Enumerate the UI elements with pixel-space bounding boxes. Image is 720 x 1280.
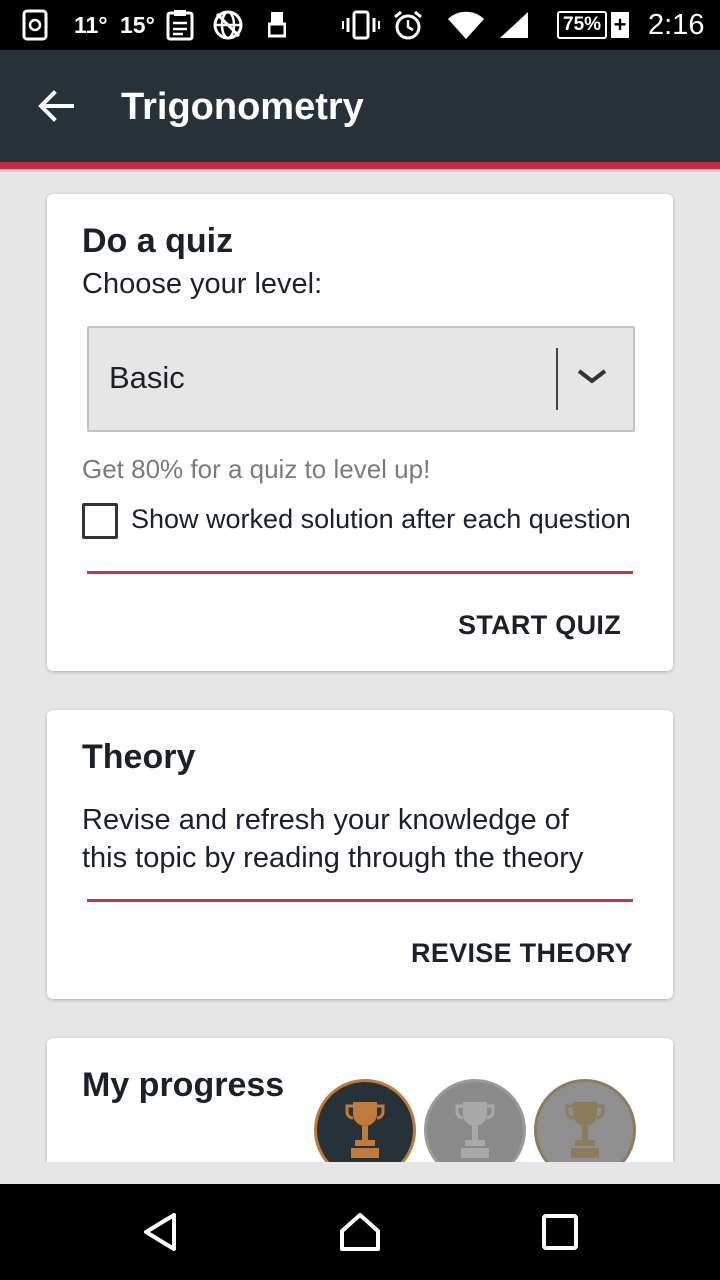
alarm-icon [392, 0, 424, 50]
theory-card-title: Theory [82, 738, 196, 776]
progress-card-title: My progress [82, 1066, 285, 1104]
nav-home-button[interactable] [328, 1200, 392, 1264]
temperature-1: 11° [74, 11, 108, 38]
page-title: Trigonometry [121, 86, 364, 128]
square-recents-icon [542, 1214, 578, 1250]
theory-card: Theory Revise and refresh your knowledge… [47, 710, 673, 999]
navigation-bar [0, 1184, 720, 1280]
vibrate-icon [342, 0, 380, 50]
theory-description-line-2: this topic by reading through the theory [82, 842, 584, 874]
app-bar-accent [0, 162, 720, 169]
charging-plus-icon: + [611, 12, 630, 38]
nav-recents-button[interactable] [528, 1200, 592, 1264]
revise-theory-button[interactable]: REVISE THEORY [411, 938, 633, 969]
start-quiz-button[interactable]: START QUIZ [458, 610, 621, 641]
usb-icon [268, 0, 286, 50]
arrow-left-icon [38, 90, 74, 122]
signal-icon [498, 0, 530, 50]
wifi-icon [446, 0, 486, 50]
divider [87, 899, 633, 902]
temperature-2: 15° [120, 11, 155, 38]
quiz-card-title: Do a quiz [82, 222, 234, 260]
trophy-icon [455, 1102, 495, 1158]
worked-solution-label[interactable]: Show worked solution after each question [131, 504, 631, 535]
trophy-icon [565, 1102, 605, 1158]
battery-level: 75% [557, 11, 608, 39]
status-bar: 11° 15° 75% + 2:16 [0, 0, 720, 50]
quiz-card-subtitle: Choose your level: [82, 268, 323, 300]
divider [87, 571, 633, 574]
clipboard-icon [166, 0, 194, 50]
worked-solution-checkbox[interactable] [82, 503, 118, 539]
triangle-back-icon [144, 1213, 176, 1251]
nav-back-button[interactable] [128, 1200, 192, 1264]
battery-indicator: 75% + [557, 0, 630, 50]
quiz-card: Do a quiz Choose your level: Basic Get 8… [47, 194, 673, 671]
theory-description-line-1: Revise and refresh your knowledge of [82, 804, 569, 836]
level-up-hint: Get 80% for a quiz to level up! [82, 454, 431, 484]
clock: 2:16 [648, 8, 705, 41]
trophy-icon [345, 1102, 385, 1158]
back-button[interactable] [36, 86, 76, 126]
chevron-down-icon [576, 366, 608, 388]
home-icon [340, 1213, 380, 1251]
globe-icon [212, 0, 244, 50]
sync-icon [22, 0, 48, 50]
level-select-value: Basic [109, 360, 185, 395]
level-select[interactable]: Basic [87, 326, 635, 432]
